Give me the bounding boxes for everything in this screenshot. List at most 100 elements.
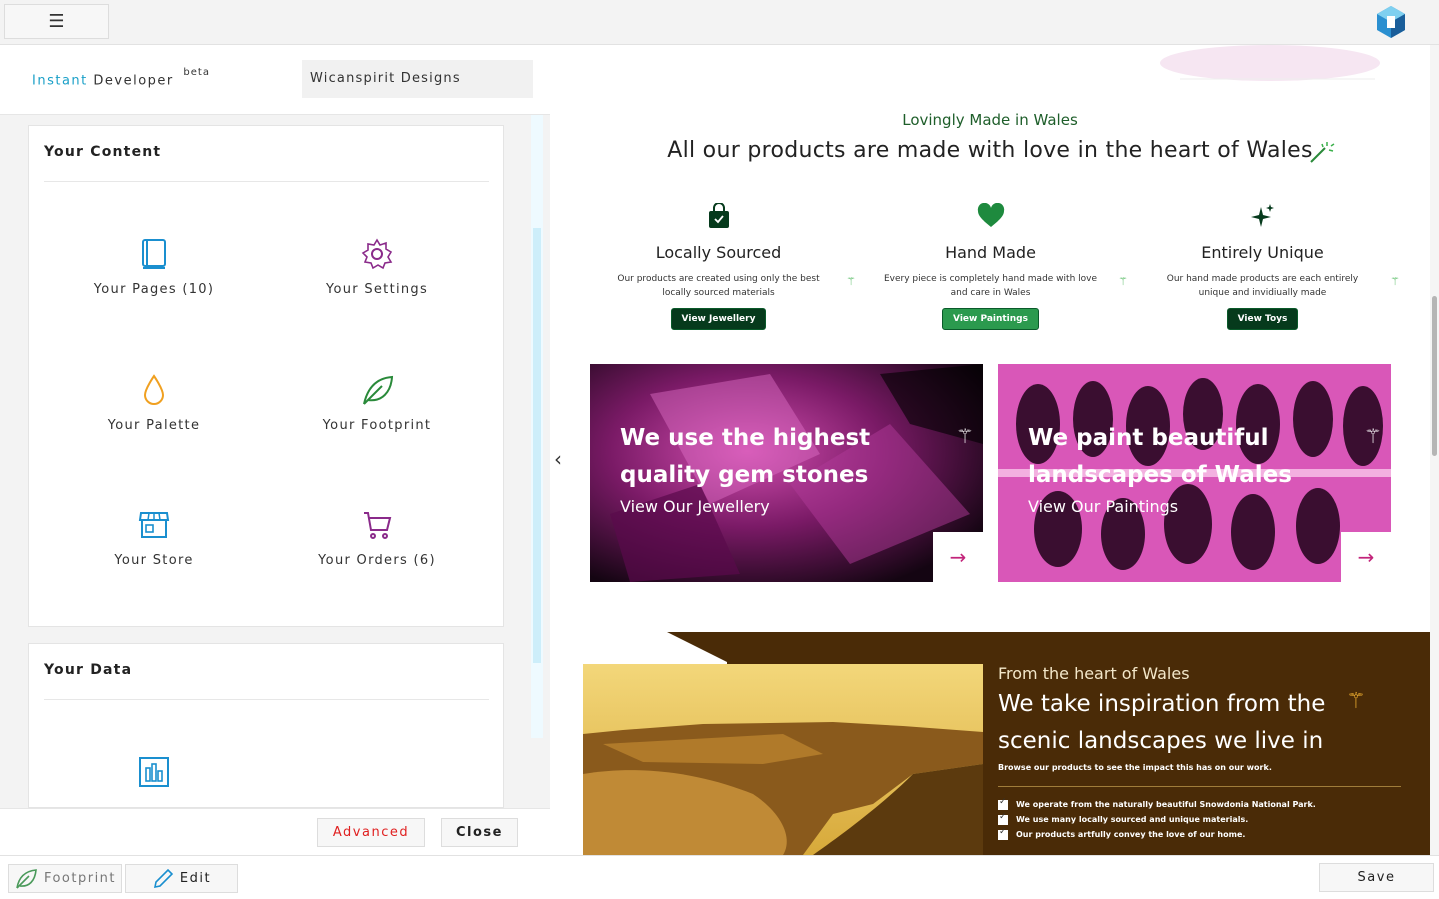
tile-footprint[interactable]: Your Footprint bbox=[267, 374, 487, 433]
magic-wand-icon[interactable] bbox=[1309, 140, 1335, 164]
tile-data[interactable] bbox=[44, 756, 264, 788]
card-divider bbox=[44, 699, 489, 700]
tile-label: Your Store bbox=[114, 553, 194, 568]
list-item: Our products artfully convey the love of… bbox=[998, 827, 1316, 842]
site-preview: Lovingly Made in Wales All our products … bbox=[550, 45, 1430, 855]
feature-desc: Our hand made products are each entirely… bbox=[1166, 274, 1359, 298]
tile-label: Your Palette bbox=[107, 418, 201, 433]
promo-card-paintings[interactable]: We paint beautiful landscapes of Wales V… bbox=[998, 364, 1391, 582]
section-title: All our products are made with love in t… bbox=[550, 138, 1430, 163]
list-item-text: We operate from the naturally beautiful … bbox=[1016, 800, 1316, 809]
feature-locally-sourced: Locally Sourced Our products are created… bbox=[586, 203, 851, 330]
tile-orders[interactable]: Your Orders (6) bbox=[267, 509, 487, 568]
banner-title: We take inspiration from the scenic land… bbox=[998, 691, 1326, 754]
droplet-icon bbox=[143, 374, 165, 405]
sparkle-icon bbox=[1250, 204, 1274, 227]
feature-desc: Every piece is completely hand made with… bbox=[883, 274, 1098, 298]
content-card: Your Content Your Pages (10) Your Settin… bbox=[28, 125, 504, 627]
card-divider bbox=[44, 181, 489, 182]
promo-link[interactable]: View Our Paintings bbox=[1028, 497, 1178, 516]
list-item-text: Our products artfully convey the love of… bbox=[1016, 830, 1246, 839]
left-panel: Instant Developer beta Wicanspirit Desig… bbox=[0, 45, 550, 855]
tile-store[interactable]: Your Store bbox=[44, 509, 264, 568]
tile-label: Your Pages (10) bbox=[93, 282, 215, 297]
cart-icon bbox=[364, 512, 392, 539]
footprint-label: Footprint bbox=[43, 871, 117, 886]
top-bar: ☰ bbox=[0, 0, 1439, 45]
leaf-icon bbox=[363, 375, 394, 405]
list-item: We use many locally sourced and unique m… bbox=[998, 812, 1316, 827]
feature-hand-made: Hand Made Every piece is completely hand… bbox=[858, 203, 1123, 330]
data-card: Your Data bbox=[28, 643, 504, 808]
section-title-text: All our products are made with love in t… bbox=[667, 138, 1313, 163]
brand-tag: beta bbox=[183, 67, 210, 78]
feature-title: Locally Sourced bbox=[655, 243, 782, 262]
promo-title: We paint beautiful landscapes of Wales bbox=[1028, 425, 1292, 488]
brand-second: Developer bbox=[93, 73, 174, 89]
tile-palette[interactable]: Your Palette bbox=[44, 374, 264, 433]
check-icon bbox=[998, 797, 1008, 810]
cube-logo-icon[interactable] bbox=[1374, 4, 1408, 40]
banner-list: We operate from the naturally beautiful … bbox=[998, 797, 1316, 842]
magic-wand-icon[interactable]: ⚚ bbox=[846, 275, 856, 288]
tile-label: Your Footprint bbox=[322, 418, 432, 433]
tile-settings[interactable]: Your Settings bbox=[267, 238, 487, 297]
pencil-icon bbox=[153, 868, 174, 888]
site-name-field[interactable]: Wicanspirit Designs bbox=[302, 60, 533, 98]
menu-button[interactable]: ☰ bbox=[4, 4, 109, 39]
gear-icon bbox=[361, 238, 393, 270]
coastline-image bbox=[583, 664, 983, 855]
arrow-right-icon[interactable]: → bbox=[1341, 532, 1391, 582]
brand-first: Instant bbox=[32, 73, 88, 89]
promo-card-jewellery[interactable]: We use the highest quality gem stones Vi… bbox=[590, 364, 983, 582]
preview-scrollbar-thumb[interactable] bbox=[1432, 296, 1437, 456]
check-icon bbox=[998, 812, 1008, 825]
edit-button[interactable]: Edit bbox=[125, 864, 238, 893]
tile-label: Your Orders (6) bbox=[318, 553, 436, 568]
magic-wand-icon[interactable]: ⚚ bbox=[1364, 424, 1382, 448]
collapse-panel-button[interactable]: ‹ bbox=[554, 447, 562, 471]
promo-link[interactable]: View Our Jewellery bbox=[620, 497, 770, 516]
card-title: Your Data bbox=[44, 662, 133, 678]
bar-chart-icon bbox=[139, 757, 169, 787]
feature-desc: Our products are created using only the … bbox=[617, 274, 820, 298]
footprint-button[interactable]: Footprint bbox=[8, 864, 122, 893]
list-item-text: We use many locally sourced and unique m… bbox=[1016, 815, 1249, 824]
magic-wand-icon[interactable]: ⚚ bbox=[1118, 275, 1128, 288]
arrow-right-icon[interactable]: → bbox=[933, 532, 983, 582]
feature-title: Hand Made bbox=[945, 243, 1036, 262]
panel-footer: Advanced Close bbox=[0, 808, 550, 855]
banner-kicker: From the heart of Wales bbox=[998, 664, 1190, 683]
panel-scrollbar-thumb[interactable] bbox=[533, 228, 541, 663]
bottom-bar: Footprint Edit Save bbox=[0, 855, 1439, 899]
brand-title: Instant Developer beta bbox=[32, 67, 210, 89]
view-paintings-button[interactable]: View Paintings bbox=[942, 308, 1039, 330]
magic-wand-icon[interactable]: ⚚ bbox=[1390, 275, 1400, 288]
banner-subtitle: Browse our products to see the impact th… bbox=[998, 763, 1272, 772]
advanced-button[interactable]: Advanced bbox=[317, 818, 425, 847]
close-button[interactable]: Close bbox=[441, 818, 518, 847]
banner-divider bbox=[998, 786, 1401, 787]
leaf-icon bbox=[16, 868, 37, 889]
magic-wand-icon[interactable]: ⚚ bbox=[956, 424, 974, 448]
book-icon bbox=[142, 239, 166, 269]
heart-icon bbox=[977, 203, 1004, 227]
panel-header: Instant Developer beta Wicanspirit Desig… bbox=[0, 45, 550, 115]
promo-title: We use the highest quality gem stones bbox=[620, 425, 871, 488]
view-jewellery-button[interactable]: View Jewellery bbox=[670, 308, 767, 330]
card-title: Your Content bbox=[44, 144, 162, 160]
store-icon bbox=[138, 512, 170, 538]
list-item: We operate from the naturally beautiful … bbox=[998, 797, 1316, 812]
section-kicker: Lovingly Made in Wales bbox=[902, 111, 1078, 129]
hamburger-icon: ☰ bbox=[48, 11, 65, 32]
magic-wand-icon[interactable]: ⚚ bbox=[1346, 689, 1366, 714]
view-toys-button[interactable]: View Toys bbox=[1226, 308, 1299, 330]
tile-pages[interactable]: Your Pages (10) bbox=[44, 238, 264, 297]
tile-label: Your Settings bbox=[325, 282, 429, 297]
feature-entirely-unique: Entirely Unique Our hand made products a… bbox=[1130, 203, 1395, 330]
save-button[interactable]: Save bbox=[1319, 863, 1434, 892]
decorative-splash bbox=[1160, 45, 1380, 81]
feature-title: Entirely Unique bbox=[1201, 243, 1324, 262]
check-icon bbox=[998, 827, 1008, 840]
edit-label: Edit bbox=[179, 871, 212, 886]
